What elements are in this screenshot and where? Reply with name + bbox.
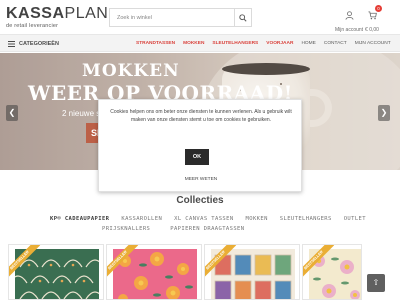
chevron-right-icon: ❯ [380,108,388,117]
tab-sleutelhangers[interactable]: SLEUTELHANGERS [280,216,332,222]
categories-button[interactable]: CATEGORIEËN [8,38,59,50]
nav-link-strandtassen[interactable]: STRANDTASSEN [136,41,175,46]
site-header: KASSAPLAN de retail leverancier Mijn acc… [0,0,400,34]
search-icon [239,13,247,22]
tab-prijsknallers[interactable]: PRIJSKNALLERS [102,226,150,232]
search-input[interactable] [110,9,236,26]
search-button[interactable] [234,9,251,26]
chevron-left-icon: ❮ [8,108,16,117]
categories-label: CATEGORIEËN [19,41,59,47]
scroll-to-top-button[interactable]: ⇧ [367,274,385,292]
product-grid: BESTSELLER BESTSELLER BESTSELLER BESTSEL… [0,244,400,300]
cart-link[interactable]: 0 € 0,00 [363,5,382,33]
user-icon [345,11,353,20]
slider-next-button[interactable]: ❯ [378,105,390,121]
product-card[interactable]: BESTSELLER [8,244,104,300]
cart-icon [367,11,377,20]
hero-title-line1: MOKKEN [82,61,180,81]
collection-tabs: KP® CADEAUPAPIER KASSAROLLEN XL CANVAS T… [50,214,366,234]
nav-link-contact[interactable]: CONTACT [324,41,347,46]
tab-outlet[interactable]: OUTLET [344,216,366,222]
hero-subtitle: 2 nieuwe s [62,109,101,118]
search-bar [109,8,252,27]
cookie-more-info-link[interactable]: MEER WETEN [99,177,303,182]
product-card[interactable]: BESTSELLER [106,244,202,300]
product-card[interactable]: BESTSELLER [302,244,362,300]
account-link[interactable]: Mijn account [335,7,363,33]
cookie-consent-text: Cookies helpen ons om beter onze dienste… [110,109,292,123]
tab-papieren-draagtassen[interactable]: PAPIEREN DRAAGTASSEN [170,226,244,232]
tab-kp-cadeaupapier[interactable]: KP® CADEAUPAPIER [50,216,109,222]
nav-link-voorjaar[interactable]: VOORJAAR [266,41,293,46]
cookie-consent-dialog: Cookies helpen ons om beter onze dienste… [98,99,302,192]
nav-link-mokken[interactable]: MOKKEN [183,41,204,46]
nav-link-mijn-account[interactable]: MIJN ACCOUNT [355,41,391,46]
account-label: Mijn account [335,27,364,33]
tab-kassarollen[interactable]: KASSAROLLEN [121,216,162,222]
nav-link-sleutelhangers[interactable]: SLEUTELHANGERS [212,41,258,46]
cookie-ok-button[interactable]: OK [185,149,209,165]
menu-icon [8,41,15,47]
logo-tagline: de retail leverancier [6,23,59,29]
tab-xl-canvas-tassen[interactable]: XL CANVAS TASSEN [174,216,233,222]
slider-prev-button[interactable]: ❮ [6,105,18,121]
main-nav: CATEGORIEËN STRANDTASSEN MOKKEN SLEUTELH… [0,34,400,52]
cart-count-badge: 0 [375,5,382,12]
nav-links: STRANDTASSEN MOKKEN SLEUTELHANGERS VOORJ… [136,35,391,51]
product-card[interactable]: BESTSELLER [204,244,300,300]
cart-amount: € 0,00 [365,27,379,33]
nav-link-home[interactable]: HOME [301,41,315,46]
logo-light: PLAN [64,5,109,22]
logo-bold: KASSA [6,5,65,22]
tab-mokken[interactable]: MOKKEN [246,216,268,222]
mug-rim [222,63,310,75]
collections-title: Collecties [176,195,224,206]
chevron-up-icon: ⇧ [372,278,380,287]
site-logo[interactable]: KASSAPLAN de retail leverancier [6,5,109,30]
